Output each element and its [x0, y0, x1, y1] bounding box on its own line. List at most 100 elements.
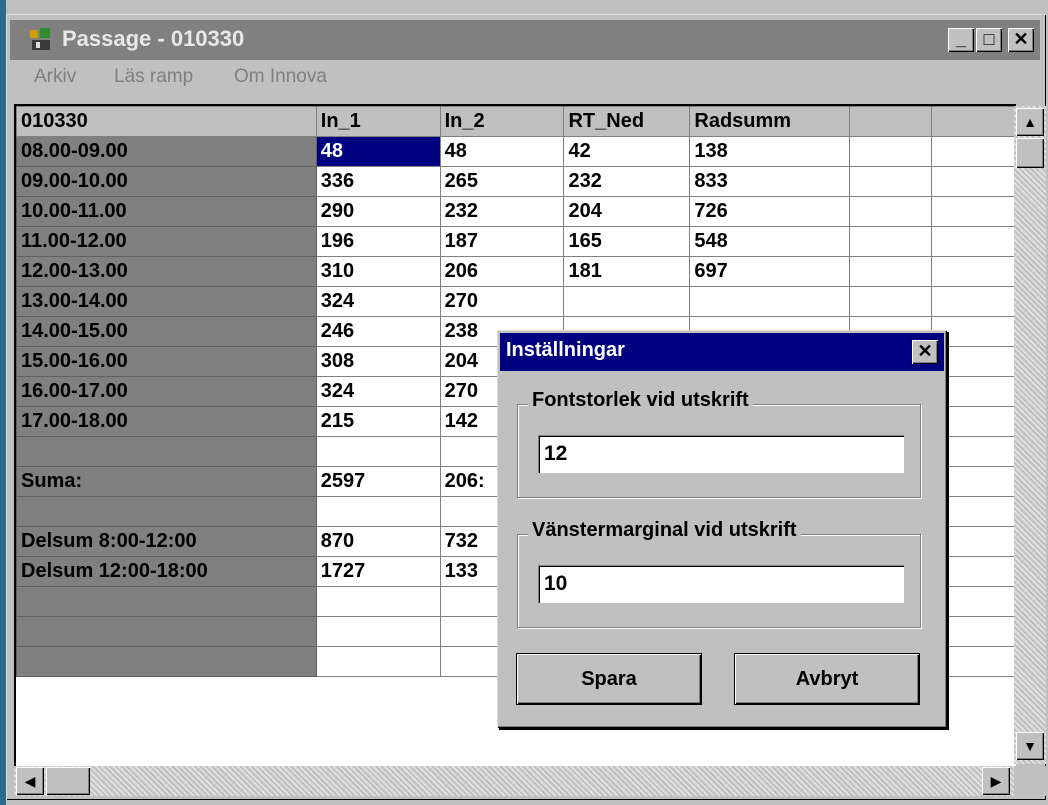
row-header[interactable]: Delsum 12:00-18:00 — [16, 556, 317, 587]
table-cell[interactable]: 187 — [439, 226, 565, 257]
table-cell[interactable]: 265 — [439, 166, 565, 197]
table-cell[interactable] — [315, 586, 441, 617]
scroll-left-button[interactable]: ◀ — [16, 767, 44, 795]
table-cell[interactable]: 726 — [689, 196, 851, 227]
row-header[interactable]: 09.00-10.00 — [16, 166, 317, 197]
vertical-scrollbar[interactable]: ▲ ▼ — [1014, 106, 1046, 764]
column-header[interactable]: In_1 — [315, 106, 441, 137]
table-cell[interactable]: 833 — [689, 166, 851, 197]
table-cell[interactable] — [931, 286, 1016, 317]
left-margin-input[interactable]: 10 — [538, 565, 904, 603]
row-header[interactable]: 14.00-15.00 — [16, 316, 317, 347]
scroll-right-button[interactable]: ▶ — [982, 767, 1010, 795]
menu-om-innova[interactable]: Om Innova — [234, 66, 327, 88]
row-header[interactable]: 10.00-11.00 — [16, 196, 317, 227]
table-cell[interactable]: 232 — [439, 196, 565, 227]
column-header[interactable]: RT_Ned — [563, 106, 691, 137]
horizontal-scroll-thumb[interactable] — [46, 767, 90, 795]
horizontal-scrollbar[interactable]: ◀ ▶ — [14, 766, 1014, 796]
table-cell[interactable] — [689, 286, 851, 317]
table-cell[interactable]: 48 — [439, 136, 565, 167]
column-header[interactable] — [931, 106, 1016, 137]
cancel-button[interactable]: Avbryt — [735, 654, 919, 704]
table-cell[interactable]: 270 — [439, 286, 565, 317]
table-cell[interactable] — [315, 646, 441, 677]
row-header[interactable]: 16.00-17.00 — [16, 376, 317, 407]
dialog-close-button[interactable]: ✕ — [912, 340, 938, 364]
column-header[interactable] — [849, 106, 933, 137]
table-cell[interactable]: 48 — [315, 136, 441, 167]
table-cell[interactable]: 165 — [563, 226, 691, 257]
table-cell[interactable]: 246 — [315, 316, 441, 347]
maximize-button[interactable]: □ — [976, 28, 1002, 52]
row-header[interactable]: 11.00-12.00 — [16, 226, 317, 257]
table-cell[interactable] — [931, 136, 1016, 167]
row-header[interactable] — [16, 586, 317, 617]
table-cell[interactable]: 310 — [315, 256, 441, 287]
save-button[interactable]: Spara — [517, 654, 701, 704]
table-cell[interactable]: 204 — [563, 196, 691, 227]
row-header[interactable] — [16, 646, 317, 677]
row-header[interactable] — [16, 616, 317, 647]
table-cell[interactable] — [315, 496, 441, 527]
table-cell[interactable] — [931, 166, 1016, 197]
scroll-up-button[interactable]: ▲ — [1016, 108, 1044, 136]
row-header[interactable] — [16, 436, 317, 467]
table-cell[interactable]: 42 — [563, 136, 691, 167]
minimize-button[interactable]: _ — [948, 28, 974, 52]
table-cell[interactable]: 196 — [315, 226, 441, 257]
row-header[interactable]: 13.00-14.00 — [16, 286, 317, 317]
scroll-down-button[interactable]: ▼ — [1016, 732, 1044, 760]
table-cell[interactable]: 1727 — [315, 556, 441, 587]
table-cell[interactable] — [849, 256, 933, 287]
table-cell[interactable] — [931, 196, 1016, 227]
title-bar[interactable]: Passage - 010330 _ □ ✕ — [10, 20, 1040, 60]
table-cell[interactable]: 324 — [315, 286, 441, 317]
table-cell[interactable]: 548 — [689, 226, 851, 257]
table-cell[interactable] — [315, 616, 441, 647]
menu-las-ramp[interactable]: Läs ramp — [114, 66, 193, 88]
vertical-scroll-thumb[interactable] — [1016, 138, 1044, 168]
table-cell[interactable]: 2597 — [315, 466, 441, 497]
row-header[interactable]: 08.00-09.00 — [16, 136, 317, 167]
table-cell[interactable] — [315, 436, 441, 467]
row-header[interactable]: 12.00-13.00 — [16, 256, 317, 287]
table-cell[interactable]: 697 — [689, 256, 851, 287]
table-cell[interactable] — [849, 136, 933, 167]
table-row: 09.00-10.00 336 265 232 833 — [16, 166, 1016, 197]
close-button[interactable]: ✕ — [1008, 28, 1034, 52]
table-cell[interactable] — [931, 256, 1016, 287]
table-cell[interactable] — [563, 286, 691, 317]
dialog-title-bar[interactable]: Inställningar ✕ — [500, 333, 944, 371]
table-cell[interactable]: 336 — [315, 166, 441, 197]
row-header[interactable]: 15.00-16.00 — [16, 346, 317, 377]
column-header[interactable]: In_2 — [439, 106, 565, 137]
table-cell[interactable] — [849, 286, 933, 317]
font-size-label: Fontstorlek vid utskrift — [528, 389, 753, 412]
table-cell[interactable]: 308 — [315, 346, 441, 377]
table-cell[interactable]: 870 — [315, 526, 441, 557]
menu-arkiv[interactable]: Arkiv — [34, 66, 76, 88]
table-cell[interactable]: 324 — [315, 376, 441, 407]
left-margin-label: Vänstermarginal vid utskrift — [528, 519, 801, 542]
row-header[interactable]: 17.00-18.00 — [16, 406, 317, 437]
font-size-input[interactable]: 12 — [538, 435, 904, 473]
table-cell[interactable]: 290 — [315, 196, 441, 227]
row-header[interactable]: Delsum 8:00-12:00 — [16, 526, 317, 557]
table-cell[interactable] — [931, 226, 1016, 257]
table-cell[interactable] — [849, 196, 933, 227]
table-cell[interactable]: 138 — [689, 136, 851, 167]
table-cell[interactable]: 206 — [439, 256, 565, 287]
column-header[interactable]: 010330 — [16, 106, 317, 137]
maximize-icon: □ — [983, 29, 995, 49]
close-icon: ✕ — [917, 341, 933, 361]
column-header[interactable]: Radsumm — [689, 106, 851, 137]
row-header[interactable]: Suma: — [16, 466, 317, 497]
table-cell[interactable]: 215 — [315, 406, 441, 437]
table-cell[interactable] — [849, 226, 933, 257]
row-header[interactable] — [16, 496, 317, 527]
table-cell[interactable]: 232 — [563, 166, 691, 197]
size-grip[interactable] — [1014, 766, 1046, 796]
table-cell[interactable] — [849, 166, 933, 197]
table-cell[interactable]: 181 — [563, 256, 691, 287]
